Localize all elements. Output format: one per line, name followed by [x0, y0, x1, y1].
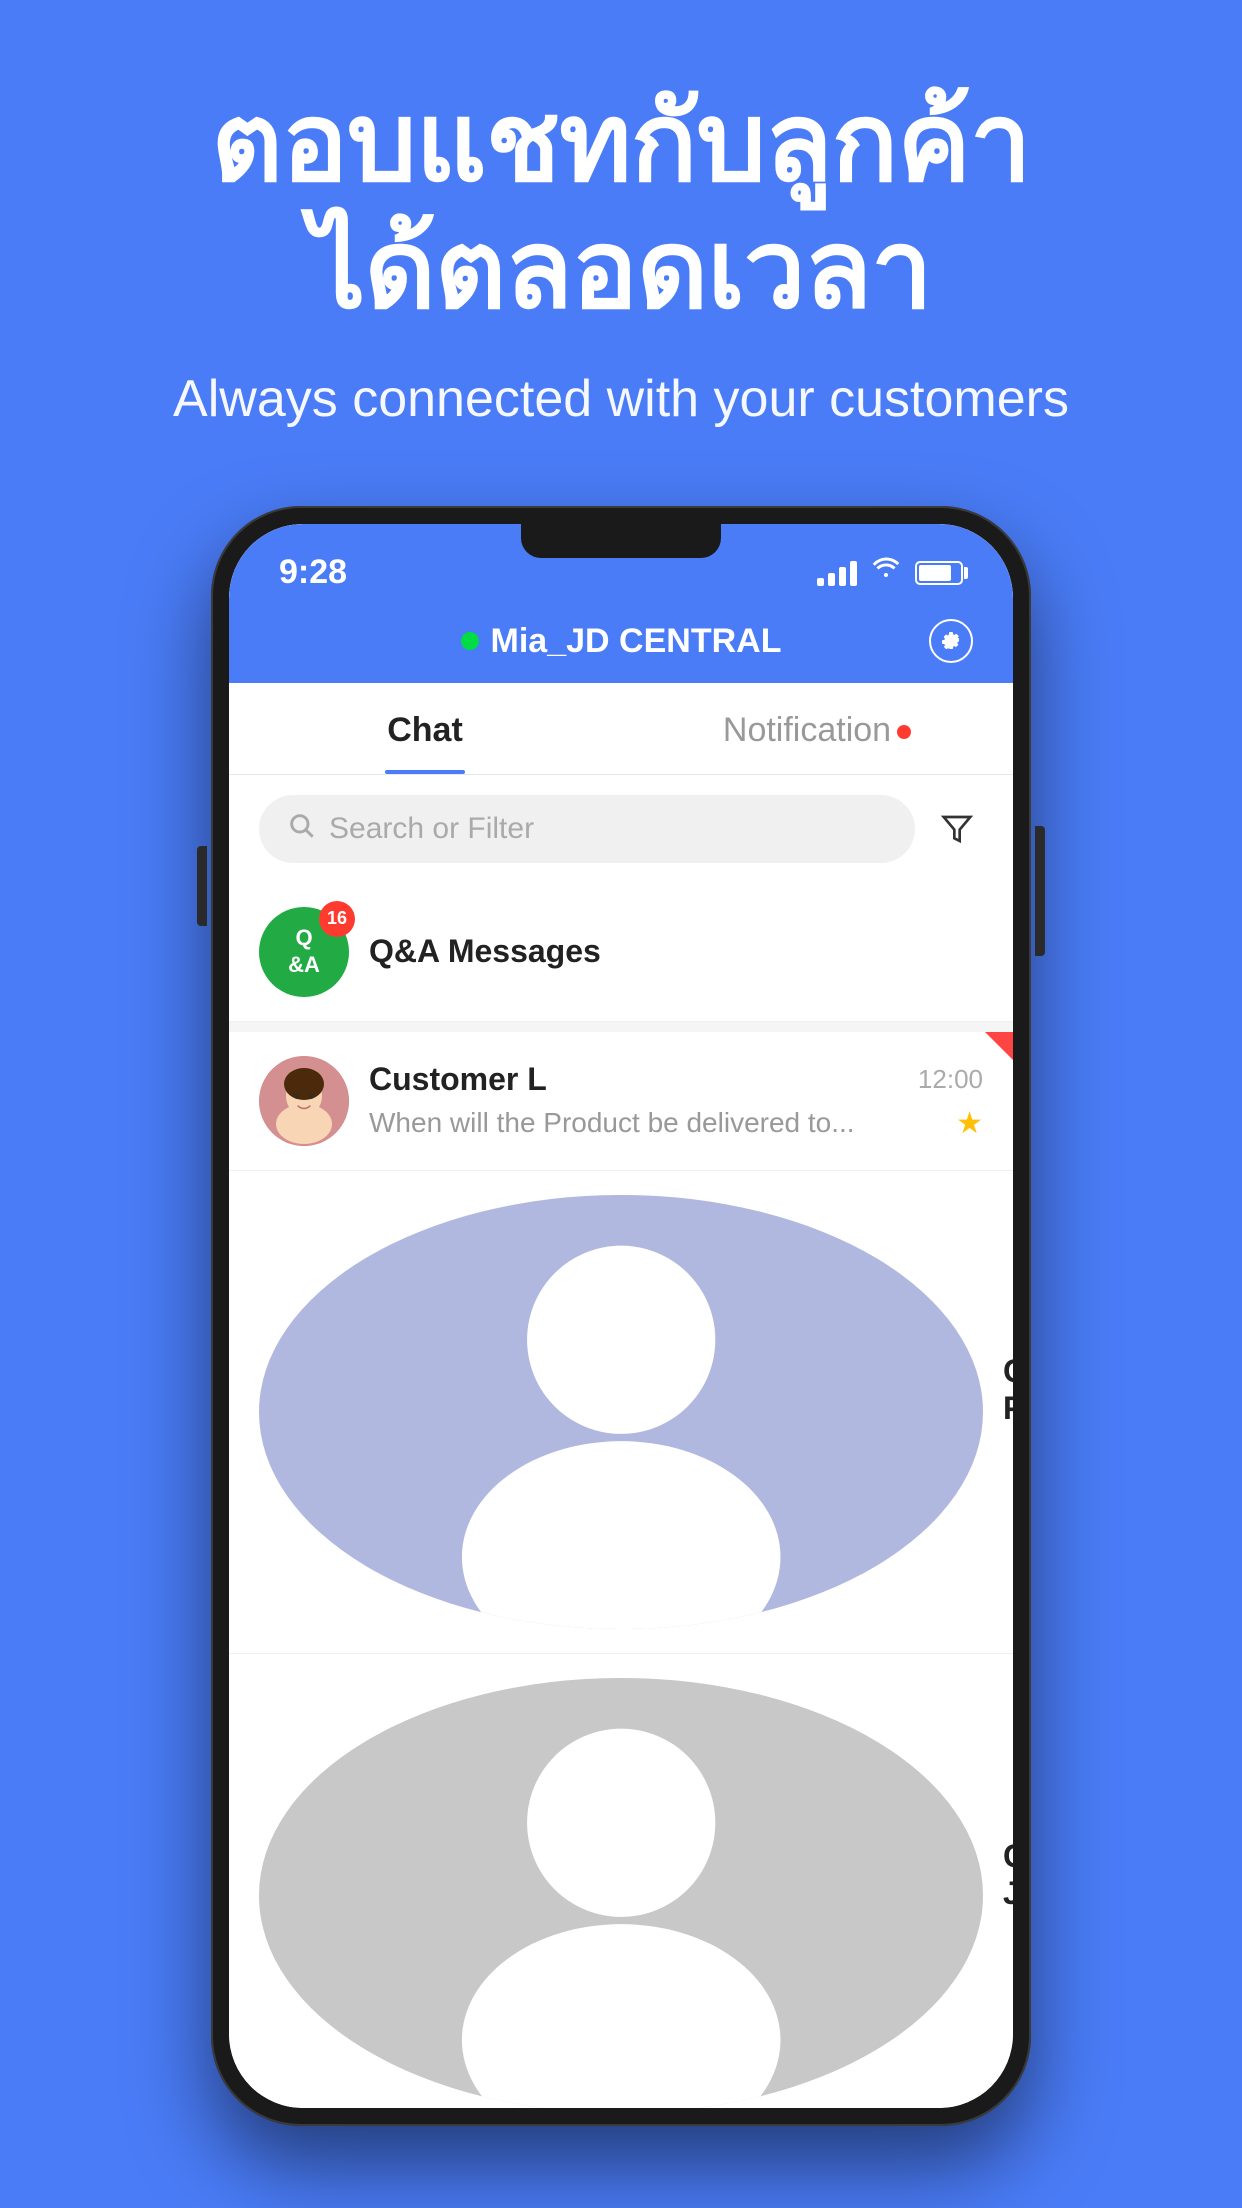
avatar-customer-p [259, 1195, 983, 1629]
search-area: Search or Filter [229, 775, 1013, 883]
chat-item-customer-l[interactable]: Customer L 12:00 When will the Product b… [229, 1032, 1013, 1171]
tab-bar: Chat Notification [229, 683, 1013, 775]
settings-icon[interactable] [929, 619, 973, 663]
signal-bar-1 [817, 578, 824, 586]
star-icon: ★ [956, 1106, 983, 1141]
avatar-customer-l [259, 1056, 349, 1146]
online-status-dot [461, 632, 479, 650]
signal-bar-2 [828, 573, 835, 586]
filter-icon[interactable] [931, 803, 983, 855]
header-section: ตอบแชทกับลูกค้า ได้ตลอดเวลา Always conne… [0, 0, 1242, 476]
chat-time: 12:00 [918, 1064, 983, 1095]
section-divider [229, 1022, 1013, 1032]
store-name-display: Mia_JD CENTRAL [461, 622, 782, 661]
thai-title-line1: ตอบแชทกับลูกค้า [211, 81, 1030, 204]
qa-badge: 16 [319, 901, 355, 937]
chat-name-row: Customer L 12:00 [369, 1061, 983, 1098]
search-bar[interactable]: Search or Filter [259, 795, 915, 863]
qa-avatar: Q&A 16 [259, 907, 349, 997]
chat-name: Customer L [369, 1061, 547, 1098]
phone-outer: 9:28 [211, 506, 1031, 2126]
chat-content-customer-l: Customer L 12:00 When will the Product b… [369, 1061, 983, 1141]
status-time: 9:28 [279, 553, 347, 592]
phone-notch [521, 524, 721, 558]
notification-badge-dot [897, 725, 911, 739]
battery-icon [915, 561, 963, 585]
signal-bars-icon [817, 560, 857, 586]
signal-bar-4 [850, 561, 857, 586]
status-icons [817, 557, 963, 588]
chat-list: Customer L 12:00 When will the Product b… [229, 1032, 1013, 2108]
thai-title-line2: ได้ตลอดเวลา [310, 208, 932, 331]
phone-inner: 9:28 [229, 524, 1013, 2108]
avatar-customer-j: 8 [259, 1678, 983, 2108]
unread-corner-flag [985, 1032, 1013, 1060]
chat-preview: When will the Product be delivered to... [369, 1107, 946, 1139]
tab-notification[interactable]: Notification [621, 683, 1013, 774]
qa-icon-text: Q&A [288, 925, 320, 978]
thai-title: ตอบแชทกับลูกค้า ได้ตลอดเวลา [60, 80, 1182, 333]
search-icon [287, 811, 315, 847]
phone-wrapper: 9:28 [211, 506, 1031, 2126]
chat-name: Customer P [1003, 1353, 1013, 1427]
store-name-text: Mia_JD CENTRAL [491, 622, 782, 661]
wifi-icon [871, 557, 901, 588]
unread-badge-j: 8 [953, 1678, 983, 1708]
chat-item-customer-p[interactable]: Customer P 12/20/2021 I've got a questio… [229, 1171, 1013, 1654]
tab-chat[interactable]: Chat [229, 683, 621, 774]
signal-bar-3 [839, 567, 846, 586]
qa-label: Q&A Messages [369, 933, 601, 970]
app-header: Mia_JD CENTRAL [229, 604, 1013, 683]
search-placeholder: Search or Filter [329, 812, 534, 846]
chat-item-customer-j[interactable]: 8 Customer J 12/16/2021 [229, 1654, 1013, 2108]
chat-preview-row: When will the Product be delivered to...… [369, 1106, 983, 1141]
qa-section[interactable]: Q&A 16 Q&A Messages [229, 883, 1013, 1022]
chat-name: Customer J [1003, 1838, 1013, 1912]
phone-screen: 9:28 [229, 524, 1013, 2108]
subtitle: Always connected with your customers [60, 363, 1182, 436]
battery-fill [919, 565, 951, 581]
